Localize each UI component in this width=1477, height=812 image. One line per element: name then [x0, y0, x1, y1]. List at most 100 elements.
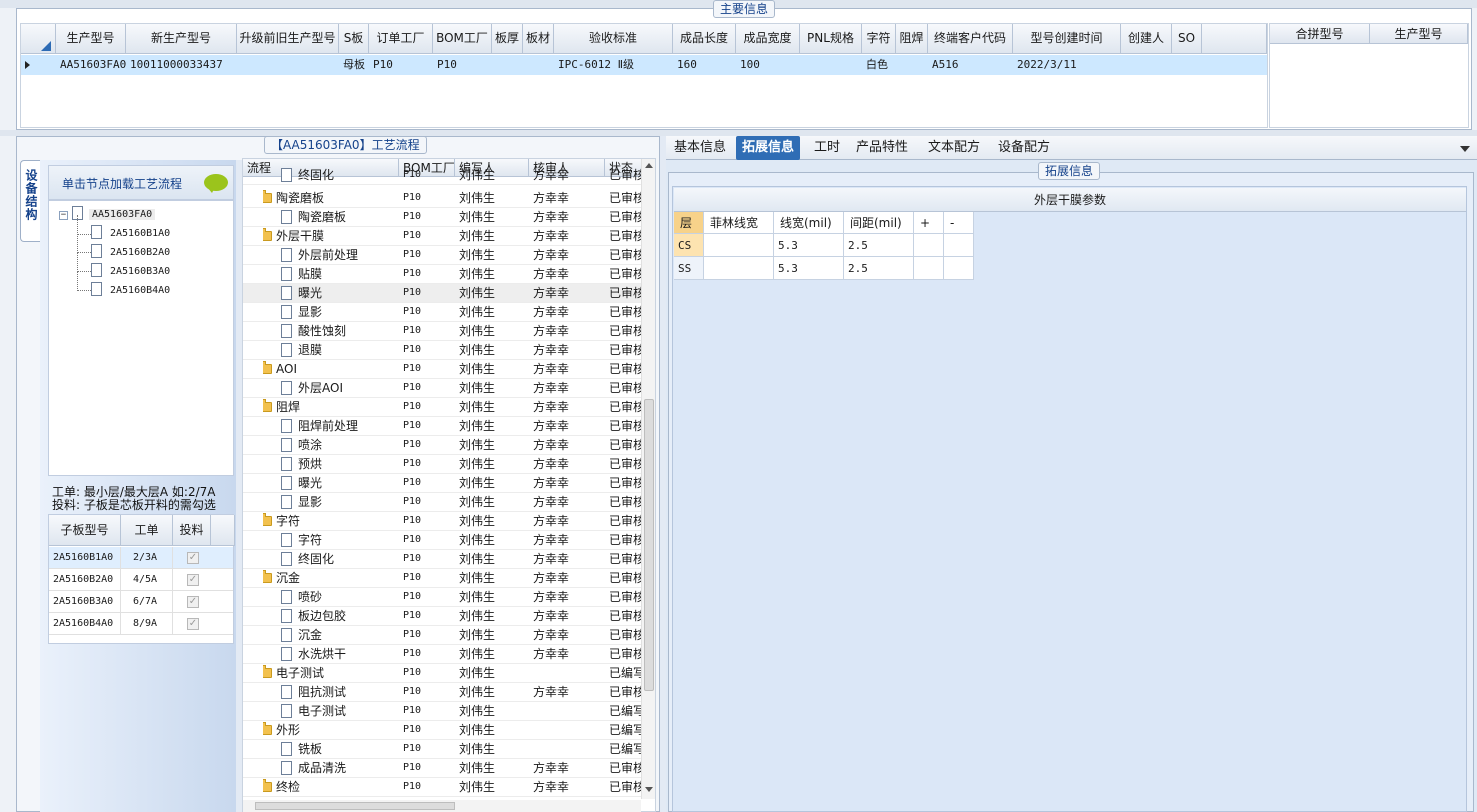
column-header[interactable]: 验收标准	[554, 24, 673, 54]
process-row[interactable]: 喷砂 P10 刘伟生 方幸幸 已审核	[243, 588, 655, 607]
process-row[interactable]: −电子测试 P10 刘伟生 已编写	[243, 664, 655, 683]
ext-column-header[interactable]: -	[944, 212, 974, 234]
sub-table-row[interactable]: 2A5160B2A0 4/5A ✓	[49, 569, 233, 591]
merge-column-header[interactable]: 生产型号	[1370, 24, 1468, 44]
sub-table-header[interactable]: 工单	[121, 515, 173, 546]
process-row[interactable]: 显影 P10 刘伟生 方幸幸 已审核	[243, 303, 655, 322]
process-row[interactable]: −外形 P10 刘伟生 已编写	[243, 721, 655, 740]
column-header[interactable]: PNL规格	[800, 24, 862, 54]
tree-node[interactable]: 2A5160B4A0	[91, 282, 170, 296]
process-row[interactable]: 终固化 P10 刘伟生 方幸幸 已审核	[243, 166, 655, 185]
tree-node[interactable]: 2A5160B2A0	[91, 244, 170, 258]
feed-checkbox[interactable]: ✓	[187, 596, 199, 608]
process-row[interactable]: −外层干膜 P10 刘伟生 方幸幸 已审核	[243, 227, 655, 246]
process-row[interactable]: 阻抗测试 P10 刘伟生 方幸幸 已审核	[243, 683, 655, 702]
collapse-icon[interactable]: −	[59, 211, 68, 220]
merge-column-header[interactable]: 合拼型号	[1270, 24, 1370, 44]
process-scrollbar[interactable]	[641, 159, 655, 799]
scroll-thumb[interactable]	[644, 399, 654, 691]
process-row[interactable]: 喷涂 P10 刘伟生 方幸幸 已审核	[243, 436, 655, 455]
process-row[interactable]: −AOI P10 刘伟生 方幸幸 已审核	[243, 360, 655, 379]
process-row[interactable]: 陶瓷磨板 P10 刘伟生 方幸幸 已审核	[243, 208, 655, 227]
tab-menu-arrow-icon[interactable]	[1460, 146, 1470, 152]
process-row[interactable]: 外层前处理 P10 刘伟生 方幸幸 已审核	[243, 246, 655, 265]
ext-column-header[interactable]: 间距(mil)	[844, 212, 914, 234]
feed-checkbox[interactable]: ✓	[187, 552, 199, 564]
ext-column-header[interactable]: 菲林线宽	[704, 212, 774, 234]
column-header[interactable]: 终端客户代码	[928, 24, 1013, 54]
ext-cell-film[interactable]	[704, 257, 774, 280]
column-header[interactable]: 订单工厂	[369, 24, 433, 54]
column-header[interactable]: SO	[1172, 24, 1202, 54]
process-row[interactable]: 酸性蚀刻 P10 刘伟生 方幸幸 已审核	[243, 322, 655, 341]
process-row[interactable]: 铣板 P10 刘伟生 已编写	[243, 740, 655, 759]
process-row[interactable]: −字符 P10 刘伟生 方幸幸 已审核	[243, 512, 655, 531]
tab-1[interactable]: 拓展信息	[736, 136, 801, 160]
column-header[interactable]: BOM工厂	[433, 24, 492, 54]
sub-table-row[interactable]: 2A5160B3A0 6/7A ✓	[49, 591, 233, 613]
process-row[interactable]: 板边包胶 P10 刘伟生 方幸幸 已审核	[243, 607, 655, 626]
column-header[interactable]: 板厚	[492, 24, 523, 54]
scroll-down-icon[interactable]	[645, 787, 653, 792]
ext-cell-action[interactable]	[944, 257, 974, 280]
process-row[interactable]: 终固化 P10 刘伟生 方幸幸 已审核	[243, 550, 655, 569]
ext-cell-action[interactable]	[914, 234, 944, 257]
tab-4[interactable]: 文本配方	[922, 136, 986, 160]
tab-2[interactable]: 工时	[808, 136, 846, 160]
ext-column-header[interactable]: +	[914, 212, 944, 234]
tree-root[interactable]: − AA51603FA0	[59, 206, 156, 220]
process-row[interactable]: 沉金 P10 刘伟生 方幸幸 已审核	[243, 626, 655, 645]
feed-checkbox[interactable]: ✓	[187, 574, 199, 586]
tree-node[interactable]: 2A5160B3A0	[91, 263, 170, 277]
process-row[interactable]: 退膜 P10 刘伟生 方幸幸 已审核	[243, 341, 655, 360]
ext-column-header[interactable]: 线宽(mil)	[774, 212, 844, 234]
tab-3[interactable]: 产品特性	[850, 136, 914, 160]
process-row[interactable]: 曝光 P10 刘伟生 方幸幸 已审核	[243, 474, 655, 493]
feed-checkbox[interactable]: ✓	[187, 618, 199, 630]
sub-table-header[interactable]: 子板型号	[49, 515, 121, 546]
sub-table-header[interactable]: 投料	[173, 515, 211, 546]
process-row[interactable]: 贴膜 P10 刘伟生 方幸幸 已审核	[243, 265, 655, 284]
column-header[interactable]: 成品长度	[673, 24, 736, 54]
column-header[interactable]: 成品宽度	[736, 24, 800, 54]
process-row[interactable]: 水洗烘干 P10 刘伟生 方幸幸 已审核	[243, 645, 655, 664]
ext-cell-action[interactable]	[944, 234, 974, 257]
tree-node[interactable]: 2A5160B1A0	[91, 225, 170, 239]
process-row[interactable]: 阻焊前处理 P10 刘伟生 方幸幸 已审核	[243, 417, 655, 436]
process-row[interactable]: 字符 P10 刘伟生 方幸幸 已审核	[243, 531, 655, 550]
hscroll-thumb[interactable]	[255, 802, 455, 810]
main-info-row[interactable]: AA51603FA0 10011000033437 母板 P10 P10 IPC-6012…	[21, 55, 1267, 75]
tab-0[interactable]: 基本信息	[668, 136, 732, 160]
column-header[interactable]: 新生产型号	[126, 24, 237, 54]
process-row[interactable]: 电子测试 P10 刘伟生 已编写	[243, 702, 655, 721]
sub-table-row[interactable]: 2A5160B4A0 8/9A ✓	[49, 613, 233, 635]
process-row[interactable]: −陶瓷磨板 P10 刘伟生 方幸幸 已审核	[243, 189, 655, 208]
vertical-tab-device-structure[interactable]: 设备结构	[20, 160, 40, 242]
process-row[interactable]: 外层AOI P10 刘伟生 方幸幸 已审核	[243, 379, 655, 398]
ext-cell-spacing[interactable]: 2.5	[844, 257, 914, 280]
column-header[interactable]: 生产型号	[56, 24, 126, 54]
scroll-up-icon[interactable]	[645, 163, 653, 168]
process-hscrollbar[interactable]	[243, 800, 641, 812]
ext-column-header[interactable]: 层	[674, 212, 704, 234]
process-row[interactable]: −终检 P10 刘伟生 方幸幸 已审核	[243, 778, 655, 797]
column-header[interactable]: S板	[339, 24, 369, 54]
process-row[interactable]: 曝光 P10 刘伟生 方幸幸 已审核	[243, 284, 655, 303]
sub-table-row[interactable]: 2A5160B1A0 2/3A ✓	[49, 547, 233, 569]
process-row[interactable]: 成品清洗 P10 刘伟生 方幸幸 已审核	[243, 759, 655, 778]
column-header[interactable]: 阻焊	[896, 24, 928, 54]
column-header[interactable]: 字符	[862, 24, 896, 54]
process-row[interactable]: 显影 P10 刘伟生 方幸幸 已审核	[243, 493, 655, 512]
ext-cell-width[interactable]: 5.3	[774, 257, 844, 280]
ext-cell-action[interactable]	[914, 257, 944, 280]
ext-cell-film[interactable]	[704, 234, 774, 257]
ext-cell-width[interactable]: 5.3	[774, 234, 844, 257]
process-row[interactable]: −阻焊 P10 刘伟生 方幸幸 已审核	[243, 398, 655, 417]
process-row[interactable]: 预烘 P10 刘伟生 方幸幸 已审核	[243, 455, 655, 474]
column-header[interactable]: 板材	[523, 24, 554, 54]
column-header[interactable]: 升级前旧生产型号	[237, 24, 339, 54]
column-header[interactable]: 创建人	[1121, 24, 1172, 54]
column-header[interactable]: 型号创建时间	[1013, 24, 1121, 54]
ext-cell-spacing[interactable]: 2.5	[844, 234, 914, 257]
process-row[interactable]: −沉金 P10 刘伟生 方幸幸 已审核	[243, 569, 655, 588]
